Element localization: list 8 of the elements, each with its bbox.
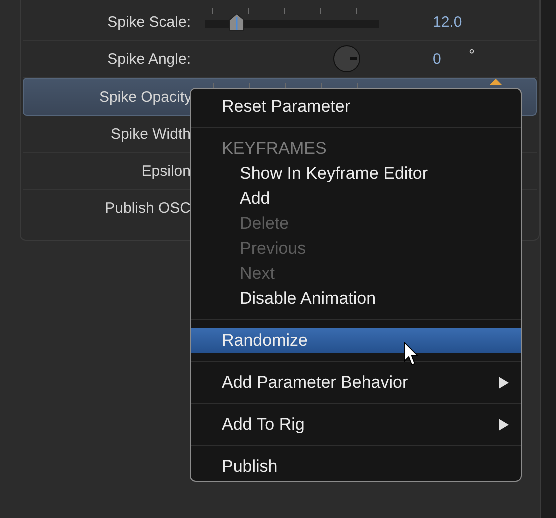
parameter-label: Publish OSC	[104, 200, 191, 216]
parameter-label: Spike Angle:	[106, 50, 191, 68]
unit-label: °	[469, 47, 475, 64]
parameter-label: Spike Width	[110, 126, 191, 142]
parameter-label: Spike Scale:	[106, 14, 191, 30]
menu-section-header: KEYFRAMES	[221, 138, 328, 160]
parameter-label: Epsilon	[140, 162, 191, 180]
parameter-label: Spike Opacity	[98, 88, 192, 106]
